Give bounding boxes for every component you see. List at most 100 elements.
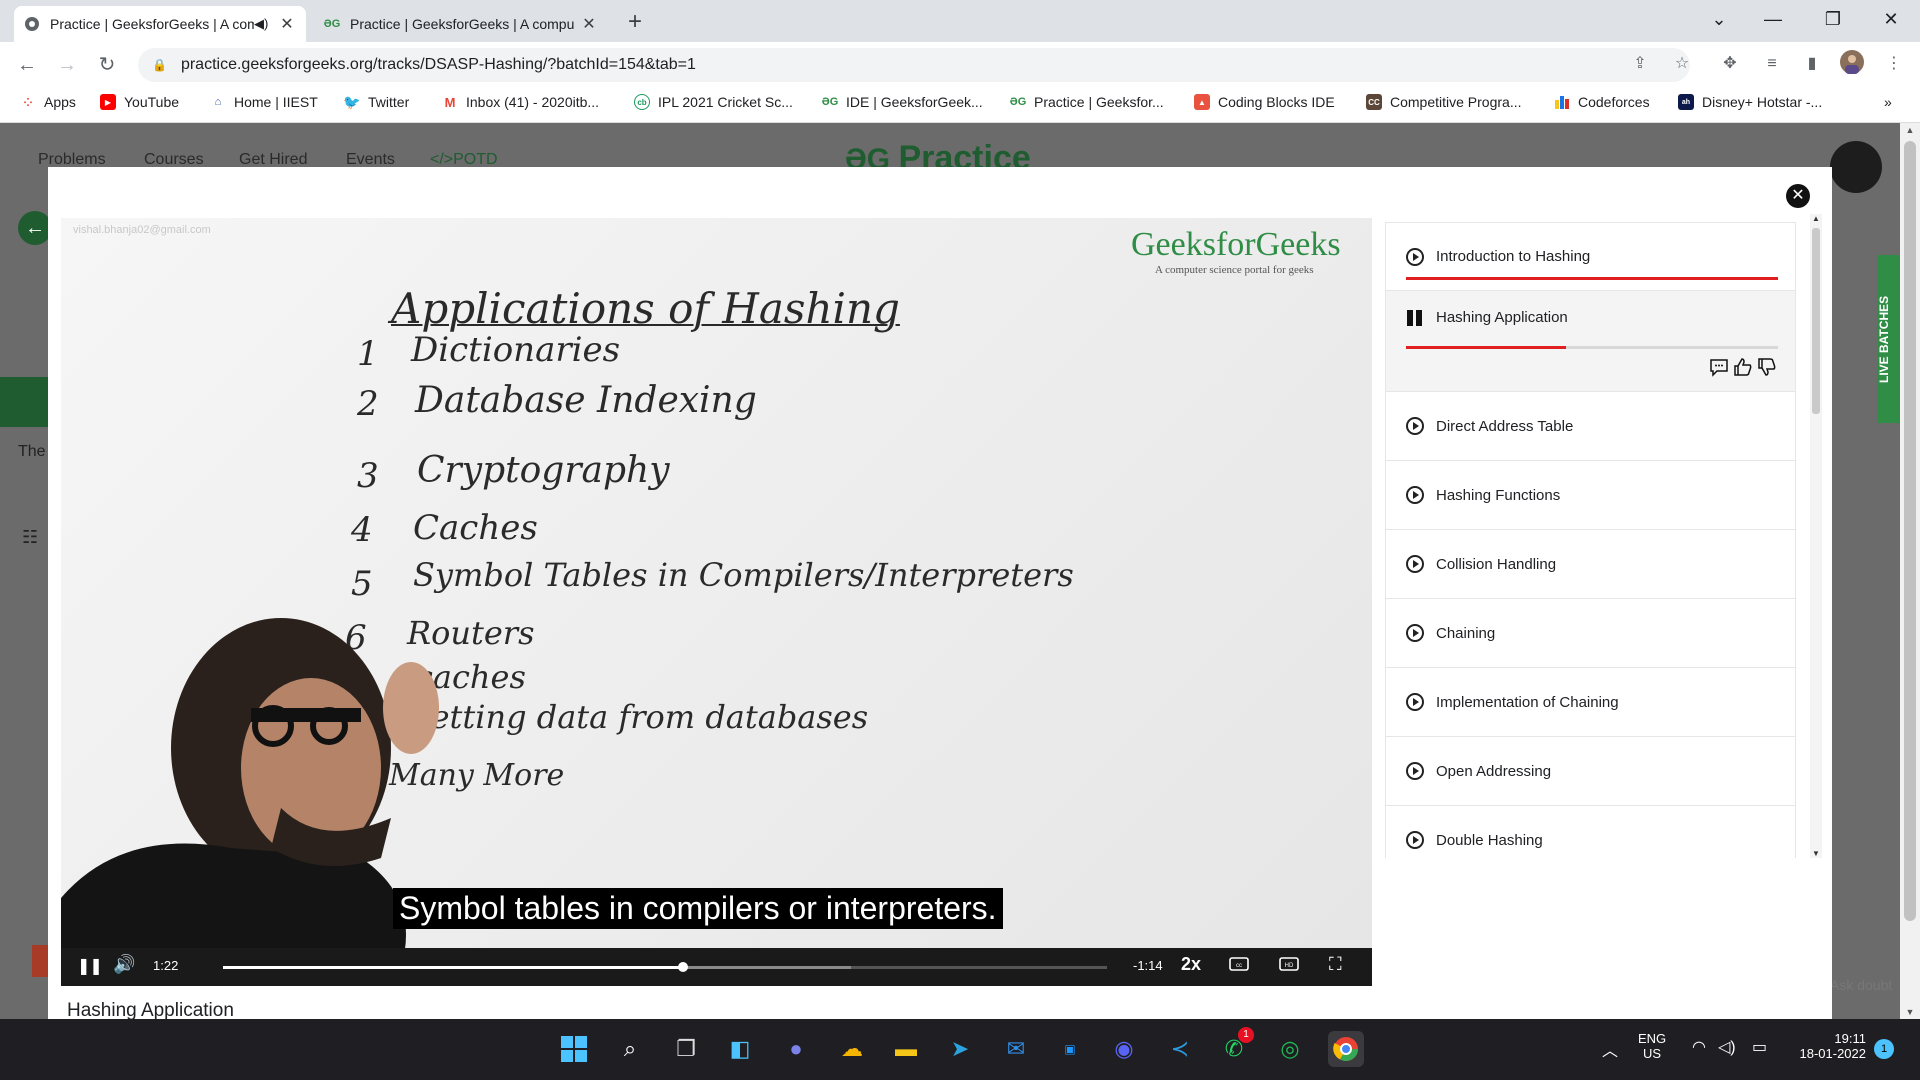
browser-tab[interactable]: ƏG Practice | GeeksforGeeks | A computer…: [314, 6, 608, 42]
bookmark-cricbuzz[interactable]: cb IPL 2021 Cricket Sc...: [634, 94, 793, 110]
bookmark-codeforces[interactable]: Codeforces: [1554, 94, 1650, 110]
scroll-up-arrow-icon[interactable]: ▲: [1810, 214, 1822, 223]
class-tab[interactable]: [0, 377, 48, 427]
lock-icon[interactable]: 🔒: [152, 58, 167, 72]
seek-handle[interactable]: [677, 962, 688, 972]
restore-button[interactable]: ❐: [1810, 4, 1856, 34]
file-explorer-icon[interactable]: ▬: [888, 1031, 924, 1067]
thumbs-up-icon[interactable]: [1733, 357, 1753, 382]
tab-close-icon[interactable]: ✕: [278, 14, 296, 34]
scroll-down-arrow-icon[interactable]: ▼: [1900, 1007, 1920, 1017]
media-queue-icon[interactable]: ≡: [1758, 50, 1786, 78]
bookmark-gmail[interactable]: M Inbox (41) - 2020itb...: [442, 94, 600, 110]
tab-close-icon[interactable]: ✕: [580, 14, 598, 34]
playlist-item-current[interactable]: Hashing Application: [1385, 291, 1796, 392]
bookmark-apps[interactable]: ⁘ Apps: [20, 94, 76, 110]
clock[interactable]: 19:11 18-01-2022: [1790, 1031, 1867, 1061]
address-bar[interactable]: 🔒 practice.geeksforgeeks.org/tracks/DSAS…: [138, 48, 1690, 82]
bookmark-twitter[interactable]: 🐦 Twitter: [343, 94, 410, 111]
bookmark-label: Twitter: [368, 94, 410, 110]
bookmark-star-icon[interactable]: ☆: [1668, 50, 1696, 78]
profile-avatar[interactable]: [1838, 50, 1866, 78]
windows-start-icon[interactable]: [556, 1031, 592, 1067]
scroll-up-arrow-icon[interactable]: ▲: [1900, 125, 1920, 135]
bookmark-iiest[interactable]: ⌂ Home | IIEST: [210, 94, 318, 110]
tab-search-chevron-icon[interactable]: ⌄: [1696, 4, 1742, 34]
current-progress-track: [1406, 346, 1778, 349]
teams-chat-icon[interactable]: ●: [778, 1031, 814, 1067]
chrome-icon[interactable]: [1328, 1031, 1364, 1067]
playlist-scrollbar[interactable]: ▲ ▼: [1810, 214, 1822, 858]
playlist-item[interactable]: Direct Address Table: [1385, 392, 1796, 461]
back-circle-icon[interactable]: ←: [18, 211, 52, 245]
search-icon[interactable]: ⌕: [612, 1031, 648, 1067]
played-bar: [223, 966, 683, 969]
close-window-button[interactable]: ✕: [1868, 4, 1914, 34]
whatsapp-icon[interactable]: ✆ 1: [1216, 1027, 1254, 1067]
page-scrollbar[interactable]: ▲ ▼: [1900, 123, 1920, 1019]
extensions-puzzle-icon[interactable]: ✥: [1716, 50, 1744, 78]
youtube-icon: ▶: [100, 94, 116, 110]
captions-icon[interactable]: cc: [1229, 956, 1249, 975]
playlist-item[interactable]: Hashing Functions: [1385, 461, 1796, 530]
bookmark-gfg-practice[interactable]: ƏG Practice | Geeksfor...: [1010, 94, 1164, 110]
fullscreen-icon[interactable]: ⛶: [1329, 954, 1342, 975]
bookmark-gfg-ide[interactable]: ƏG IDE | GeeksforGeek...: [822, 94, 983, 110]
scrollbar-thumb[interactable]: [1904, 141, 1916, 921]
bookmark-youtube[interactable]: ▶ YouTube: [100, 94, 179, 110]
seek-bar[interactable]: [223, 962, 1107, 972]
gfg-icon: ƏG: [1009, 96, 1027, 108]
playlist-item[interactable]: Introduction to Hashing: [1385, 222, 1796, 291]
browser-tab-active[interactable]: Practice | GeeksforGeeks | A computer sc…: [14, 6, 306, 42]
thumbs-down-icon[interactable]: [1757, 357, 1777, 382]
reload-icon[interactable]: ↻: [92, 50, 122, 80]
ask-doubt-button[interactable]: Ask doubt: [1830, 977, 1892, 993]
back-arrow-icon[interactable]: ←: [12, 50, 42, 80]
playback-speed-button[interactable]: 2x: [1181, 954, 1201, 975]
wifi-icon[interactable]: ◠: [1692, 1037, 1706, 1057]
telegram-icon[interactable]: ➤: [942, 1031, 978, 1067]
list-icon[interactable]: ☷: [22, 527, 38, 548]
playlist-scroll-thumb[interactable]: [1812, 228, 1820, 414]
menu-kebab-icon[interactable]: ⋮: [1880, 50, 1908, 78]
forward-arrow-icon[interactable]: →: [52, 50, 82, 80]
board-number: 2: [357, 384, 379, 424]
more-bookmarks-button[interactable]: »: [1884, 94, 1892, 110]
volume-tray-icon[interactable]: ◁): [1718, 1037, 1736, 1057]
task-view-icon[interactable]: ❐: [668, 1031, 704, 1067]
comment-icon[interactable]: [1709, 357, 1729, 382]
playlist-item[interactable]: Double Hashing: [1385, 806, 1796, 858]
playlist-item[interactable]: Collision Handling: [1385, 530, 1796, 599]
language-indicator[interactable]: ENG US: [1638, 1031, 1666, 1061]
share-icon[interactable]: ⇪: [1626, 50, 1654, 78]
vscode-icon[interactable]: ≺: [1162, 1031, 1198, 1067]
spotify-icon[interactable]: ◎: [1272, 1031, 1308, 1067]
user-avatar[interactable]: [1830, 141, 1882, 193]
bookmark-coding-blocks[interactable]: ▲ Coding Blocks IDE: [1194, 94, 1335, 110]
tray-chevron-icon[interactable]: ︿: [1602, 1037, 1618, 1061]
volume-icon[interactable]: 🔊: [113, 954, 135, 975]
minimize-button[interactable]: —: [1750, 4, 1796, 34]
playlist-item[interactable]: Chaining: [1385, 599, 1796, 668]
close-modal-icon[interactable]: ✕: [1786, 184, 1810, 208]
bookmark-competitive-programming[interactable]: CC Competitive Progra...: [1366, 94, 1522, 110]
prime-video-icon[interactable]: ▣: [1052, 1031, 1088, 1067]
video-player[interactable]: vishal.bhanja02@gmail.com GeeksforGeeks …: [61, 218, 1372, 986]
bg-button[interactable]: [32, 945, 48, 977]
speaker-icon[interactable]: ◀): [254, 16, 272, 32]
new-tab-button[interactable]: +: [620, 8, 650, 38]
mail-icon[interactable]: ✉: [998, 1031, 1034, 1067]
weather-icon[interactable]: ☁: [834, 1031, 870, 1067]
playlist-item[interactable]: Open Addressing: [1385, 737, 1796, 806]
side-panel-icon[interactable]: ▮: [1798, 50, 1826, 78]
notification-badge[interactable]: 1: [1874, 1039, 1894, 1059]
pause-icon[interactable]: ❚❚: [77, 956, 103, 976]
widgets-icon[interactable]: ◧: [722, 1031, 758, 1067]
battery-icon[interactable]: ▭: [1752, 1037, 1767, 1057]
scroll-down-arrow-icon[interactable]: ▼: [1810, 849, 1822, 858]
bookmark-hotstar[interactable]: ah Disney+ Hotstar -...: [1678, 94, 1822, 110]
hd-quality-icon[interactable]: HD: [1279, 956, 1299, 975]
live-batches-tab[interactable]: LIVE BATCHES: [1877, 255, 1900, 423]
discord-icon[interactable]: ◉: [1106, 1031, 1142, 1067]
playlist-item[interactable]: Implementation of Chaining: [1385, 668, 1796, 737]
